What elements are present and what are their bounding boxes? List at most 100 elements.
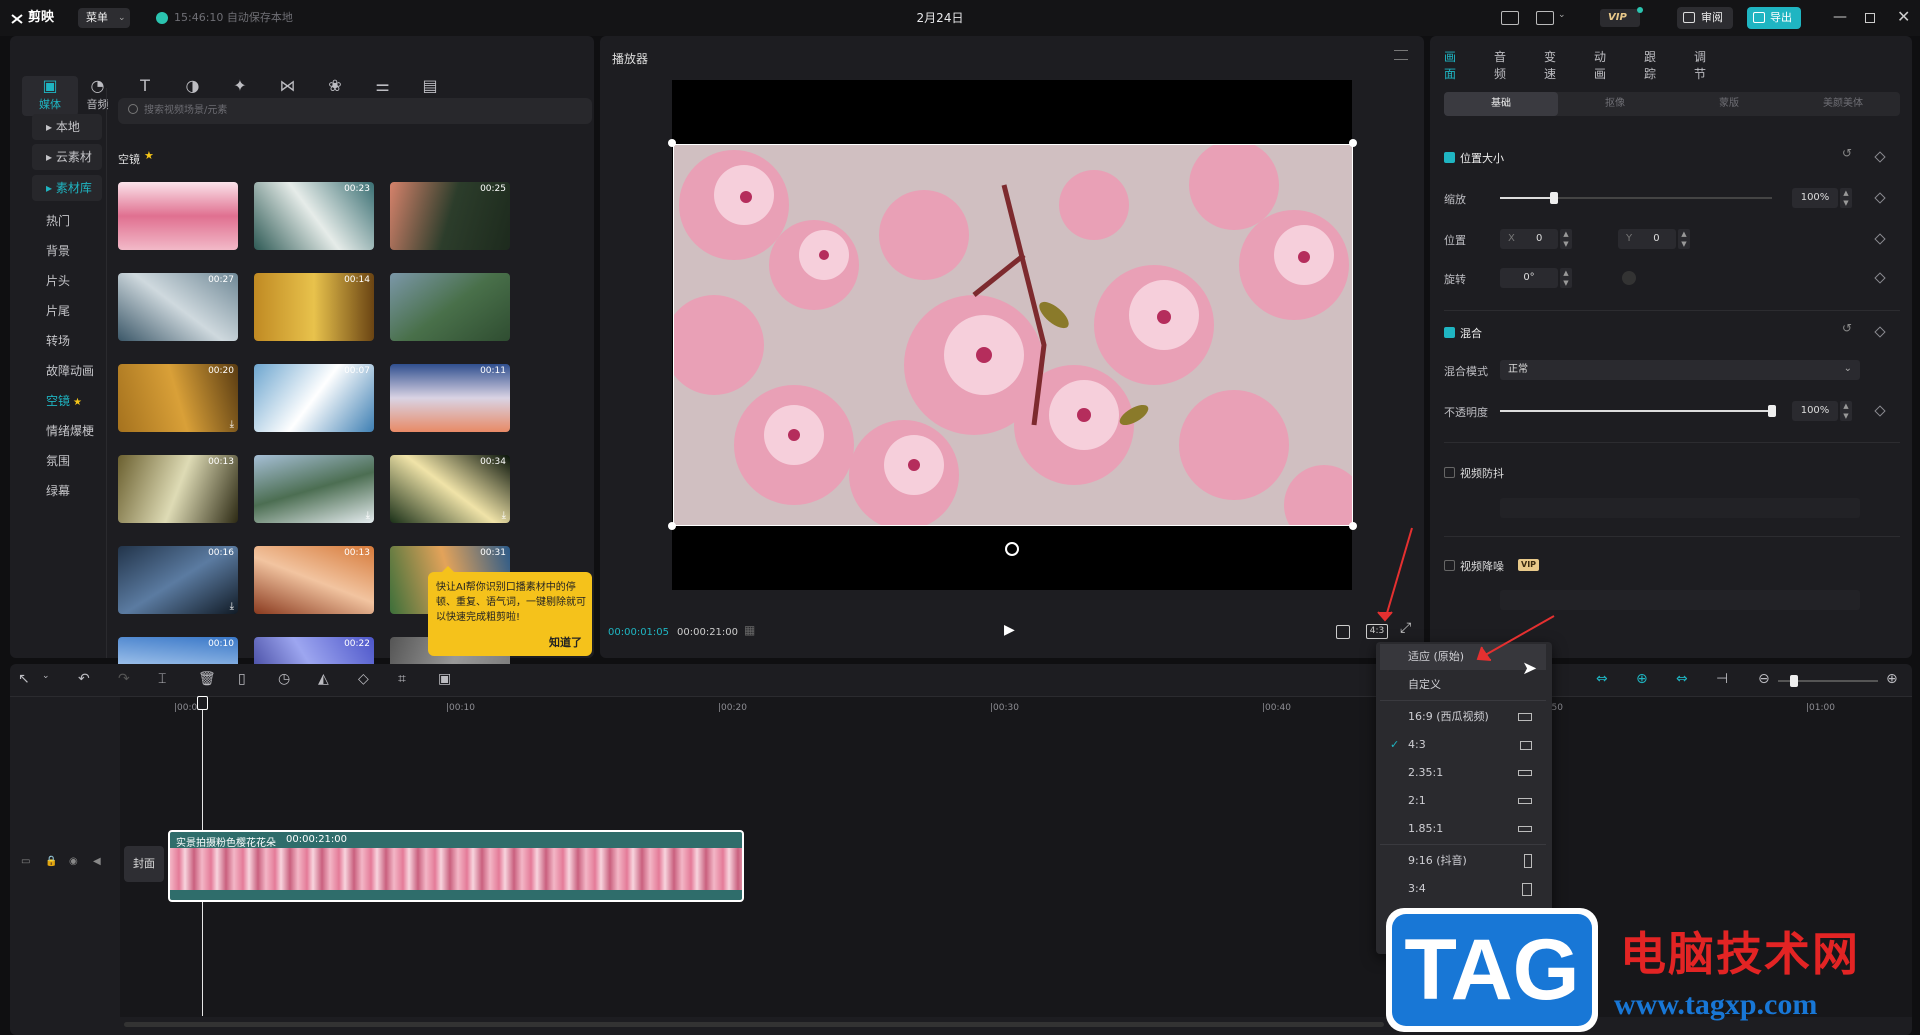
search-field[interactable]: 搜索视频场景/元素	[118, 98, 592, 124]
ratio-option[interactable]: 2:1	[1380, 788, 1546, 814]
sidebar-item[interactable]: 片尾	[32, 298, 102, 324]
sidebar-item[interactable]: 情绪爆梗	[32, 418, 102, 444]
keyframe-icon[interactable]	[1874, 192, 1886, 204]
opacity-slider-handle[interactable]	[1768, 405, 1776, 417]
reset-icon[interactable]: ↺	[1842, 321, 1852, 335]
scale-stepper[interactable]: ▲ ▼	[1840, 188, 1852, 208]
ratio-option[interactable]: 2.35:1	[1380, 760, 1546, 786]
sidebar-item[interactable]: 片头	[32, 268, 102, 294]
sidebar-item[interactable]: ▸ 素材库	[32, 175, 102, 201]
media-thumbnail[interactable]: ⤓	[254, 455, 374, 523]
inspector-tab[interactable]: 调节	[1694, 48, 1706, 82]
rotate-dial-icon[interactable]	[1622, 271, 1636, 285]
media-thumbnail[interactable]: 00:25	[390, 182, 510, 250]
resize-handle[interactable]	[668, 139, 676, 147]
keyframe-icon[interactable]	[1874, 326, 1886, 338]
preview-axis-icon[interactable]: ⇔	[1676, 671, 1688, 687]
position-y-input[interactable]: Y 0	[1618, 229, 1676, 249]
chevron-down-icon[interactable]: ⌄	[42, 671, 50, 681]
minimize-icon[interactable]: —	[1833, 9, 1847, 25]
freeze-frame-icon[interactable]: ▯	[238, 671, 246, 687]
keyframe-icon[interactable]	[1874, 151, 1886, 163]
snap-icon[interactable]: ⇔	[1596, 671, 1608, 687]
media-thumbnail[interactable]: 00:14	[254, 273, 374, 341]
linkage-icon[interactable]: ⊕	[1636, 671, 1648, 687]
timeline-scrollbar[interactable]	[124, 1022, 1384, 1027]
media-thumbnail[interactable]: 00:23	[254, 182, 374, 250]
review-button[interactable]: 审阅	[1677, 7, 1733, 29]
layout-chevron-icon[interactable]: ⌄	[1558, 10, 1566, 20]
media-thumbnail[interactable]: 00:13	[254, 546, 374, 614]
delete-icon[interactable]: 🗑	[198, 671, 216, 687]
rotate-stepper[interactable]: ▲ ▼	[1560, 268, 1572, 288]
eye-icon[interactable]: ◉	[69, 856, 78, 867]
inspector-tab[interactable]: 动画	[1594, 48, 1606, 82]
inspector-tab[interactable]: 跟踪	[1644, 48, 1656, 82]
timecode-format-icon[interactable]: ▦	[744, 623, 755, 637]
ratio-option[interactable]: 1.85:1	[1380, 816, 1546, 842]
video-frame[interactable]	[673, 144, 1353, 526]
download-icon[interactable]: ⤓	[230, 601, 234, 612]
align-icon[interactable]: ⊣	[1716, 671, 1728, 687]
y-stepper[interactable]: ▲ ▼	[1678, 229, 1690, 249]
media-thumbnail[interactable]	[390, 273, 510, 341]
inspector-subtab[interactable]: 抠像	[1558, 92, 1672, 116]
media-thumbnail[interactable]: 00:13	[118, 455, 238, 523]
vip-badge[interactable]: VIP	[1600, 9, 1640, 27]
opacity-input[interactable]: 100%	[1792, 401, 1838, 421]
inspector-tab[interactable]: 变速	[1544, 48, 1556, 82]
playhead-handle[interactable]	[197, 696, 208, 710]
resize-handle[interactable]	[1349, 139, 1357, 147]
media-thumbnail[interactable]: 00:27	[118, 273, 238, 341]
split-icon[interactable]: ⌶	[158, 671, 166, 687]
resize-handle[interactable]	[668, 522, 676, 530]
sidebar-item[interactable]: ▸ 云素材	[32, 144, 102, 170]
rotate-handle-icon[interactable]	[1005, 542, 1019, 556]
media-thumbnail[interactable]	[118, 182, 238, 250]
sidebar-item[interactable]: 故障动画	[32, 358, 102, 384]
undo-icon[interactable]: ↶	[78, 671, 90, 687]
keyframe-icon[interactable]	[1874, 272, 1886, 284]
smart-cut-icon[interactable]: ▣	[438, 671, 451, 687]
maximize-icon[interactable]	[1865, 13, 1875, 23]
blend-checkbox[interactable]	[1444, 327, 1455, 338]
reverse-icon[interactable]: ◷	[278, 671, 290, 687]
media-thumbnail[interactable]: 00:16 ⤓	[118, 546, 238, 614]
inspector-subtab[interactable]: 基础	[1444, 92, 1558, 116]
ratio-option[interactable]: 3:4	[1380, 876, 1546, 902]
video-clip[interactable]: 实景拍摄粉色樱花花朵 00:00:21:00	[168, 830, 744, 902]
tip-confirm-button[interactable]: 知道了	[549, 634, 582, 650]
lock-icon[interactable]: 🔒	[45, 856, 57, 867]
sidebar-item[interactable]: 绿幕	[32, 478, 102, 504]
blend-mode-select[interactable]: 正常 ⌄	[1500, 360, 1860, 380]
download-icon[interactable]: ⤓	[230, 419, 234, 430]
track-toggle-icon[interactable]: ▭	[21, 856, 30, 867]
opacity-stepper[interactable]: ▲ ▼	[1840, 401, 1852, 421]
resize-handle[interactable]	[1349, 522, 1357, 530]
redo-icon[interactable]: ↷	[118, 671, 130, 687]
media-thumbnail[interactable]: 00:34 ⤓	[390, 455, 510, 523]
mirror-icon[interactable]: ◭	[318, 671, 329, 687]
sidebar-item[interactable]: 背景	[32, 238, 102, 264]
sidebar-item[interactable]: 转场	[32, 328, 102, 354]
ratio-option[interactable]: 9:16 (抖音)	[1380, 848, 1546, 874]
player-menu-icon[interactable]	[1394, 50, 1408, 60]
ratio-option[interactable]: 16:9 (西瓜视频)	[1380, 704, 1546, 730]
sidebar-item[interactable]: 氛围	[32, 448, 102, 474]
sidebar-item[interactable]: 空镜 ★	[32, 388, 102, 414]
sidebar-item[interactable]: 热门	[32, 208, 102, 234]
fit-screen-icon[interactable]	[1336, 625, 1350, 639]
shortcut-icon[interactable]	[1501, 11, 1519, 25]
inspector-tab[interactable]: 音频	[1494, 48, 1506, 82]
close-icon[interactable]: ✕	[1897, 7, 1910, 26]
select-cursor-icon[interactable]: ↖	[18, 671, 30, 687]
cover-button[interactable]: 封面	[124, 846, 164, 882]
x-stepper[interactable]: ▲ ▼	[1560, 229, 1572, 249]
download-icon[interactable]: ⤓	[502, 510, 506, 521]
layout-icon[interactable]	[1536, 11, 1554, 25]
media-thumbnail[interactable]: 00:11	[390, 364, 510, 432]
sidebar-item[interactable]: ▸ 本地	[32, 114, 102, 140]
mute-icon[interactable]: ◀	[93, 856, 101, 867]
position-size-checkbox[interactable]	[1444, 152, 1455, 163]
media-thumbnail[interactable]: 00:07	[254, 364, 374, 432]
